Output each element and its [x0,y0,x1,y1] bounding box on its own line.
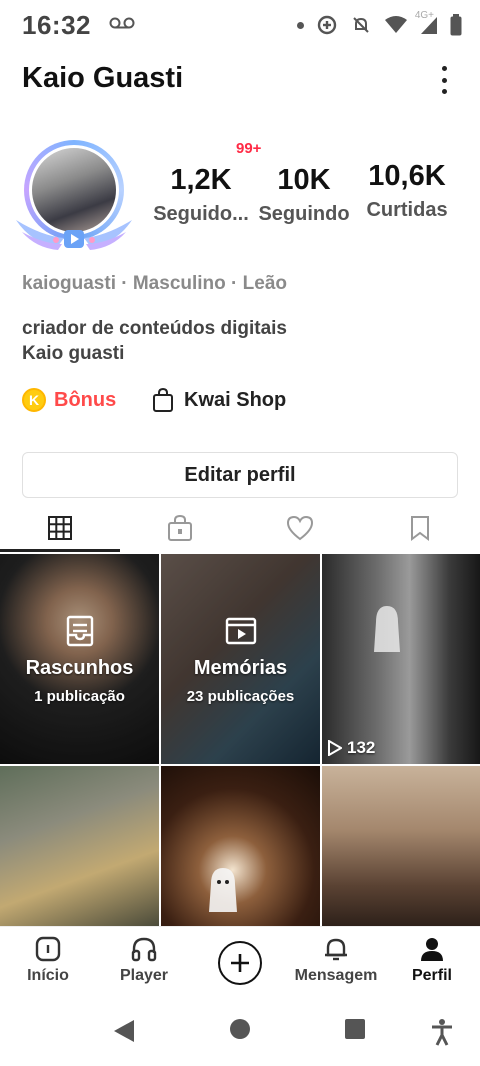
status-time: 16:32 [22,10,91,40]
tab-liked[interactable] [240,504,360,552]
nav-profile[interactable]: Perfil [387,935,477,985]
nav-home-label: Início [27,967,69,984]
profile-header: Kaio Guasti [0,52,480,112]
nav-player[interactable]: Player [99,935,189,985]
memories-title: Memórias [193,657,288,679]
notification-badge: 99+ [233,140,265,157]
bio-line-1: criador de conteúdos digitais [22,318,287,339]
followers-count: 1,2K [170,164,232,196]
profile-bio: criador de conteúdos digitais Kaio guast… [22,316,287,366]
drafts-count: 1 publicação [34,688,125,705]
video-tile[interactable] [0,766,159,926]
video-tile[interactable]: 132 [322,554,480,764]
following-stat[interactable]: 10K Seguindo [254,164,354,226]
following-count: 10K [277,164,331,196]
grid-icon [48,516,72,540]
create-post-button[interactable] [218,941,262,985]
likes-label: Curtidas [366,199,448,221]
bio-line-2: Kaio guasti [22,343,125,364]
view-count: 132 [328,738,375,758]
video-tile[interactable] [161,766,320,926]
more-options-button[interactable] [434,64,454,96]
likes-count: 10,6K [368,160,446,192]
profile-icon [421,938,443,961]
bell-icon [325,938,347,961]
nav-messages-label: Mensagem [294,967,378,984]
home-circle-icon[interactable] [229,1018,251,1040]
nav-player-label: Player [119,967,169,984]
avatar[interactable] [12,130,136,258]
tab-saved[interactable] [360,504,480,552]
avatar-wings-decoration-icon [16,220,132,250]
bonus-label: Bônus [54,388,117,411]
shopping-bag-icon [153,388,173,412]
bookmark-icon [411,516,429,541]
profile-name: Kaio Guasti [22,62,184,94]
memories-icon [225,617,256,645]
signal-icon [421,17,437,34]
status-bar: 16:32 4G+ [0,0,480,52]
view-count-value: 132 [347,738,376,757]
drafts-title: Rascunhos [25,657,134,679]
more-vertical-icon [441,66,447,71]
data-saver-icon [317,15,337,35]
home-icon [35,936,61,962]
voicemail-icon [109,17,135,29]
bottom-navigation: Início Player Mensagem Perfil [0,926,480,998]
followers-stat[interactable]: 1,2K Seguido... [148,164,254,226]
ghost-figure-icon [209,868,237,912]
following-label: Seguindo [258,203,350,225]
kwai-shop-button[interactable]: Kwai Shop [152,388,286,412]
back-icon[interactable] [112,1018,136,1044]
profile-meta: kaioguasti · Masculino · Leão [22,273,287,294]
ghost-figure-icon [374,606,400,652]
memories-count: 23 publicações [186,688,295,705]
memories-tile[interactable]: Memórias 23 publicações [161,554,320,764]
wifi-icon [385,16,407,33]
drafts-tile[interactable]: Rascunhos 1 publicação [0,554,159,764]
heart-icon [286,515,314,541]
status-icons [297,12,462,38]
nav-profile-label: Perfil [411,967,452,984]
tab-posts[interactable] [0,504,120,552]
posts-grid: Rascunhos 1 publicação Memórias 23 publi… [0,554,480,926]
recents-icon[interactable] [344,1018,366,1040]
plus-icon [231,954,249,972]
edit-profile-button[interactable]: Editar perfil [22,452,458,498]
bonus-button[interactable]: K Bônus [22,388,116,412]
video-tile[interactable] [322,766,480,926]
tab-private[interactable] [120,504,240,552]
mute-icon [353,17,369,33]
lock-bag-icon [168,514,192,541]
accessibility-icon[interactable] [430,1018,454,1046]
nav-messages[interactable]: Mensagem [291,935,381,985]
notification-dot-icon [297,21,304,29]
nav-home[interactable]: Início [3,935,93,985]
kwai-shop-label: Kwai Shop [184,388,287,411]
drafts-icon [66,615,93,647]
profile-tabs [0,504,480,552]
play-icon [328,740,342,756]
likes-stat[interactable]: 10,6K Curtidas [360,160,454,222]
headphones-icon [131,937,157,962]
followers-label: Seguido... [153,203,249,225]
kwai-coin-icon: K [22,388,46,412]
system-navigation-bar [0,998,480,1066]
battery-icon [450,14,462,36]
